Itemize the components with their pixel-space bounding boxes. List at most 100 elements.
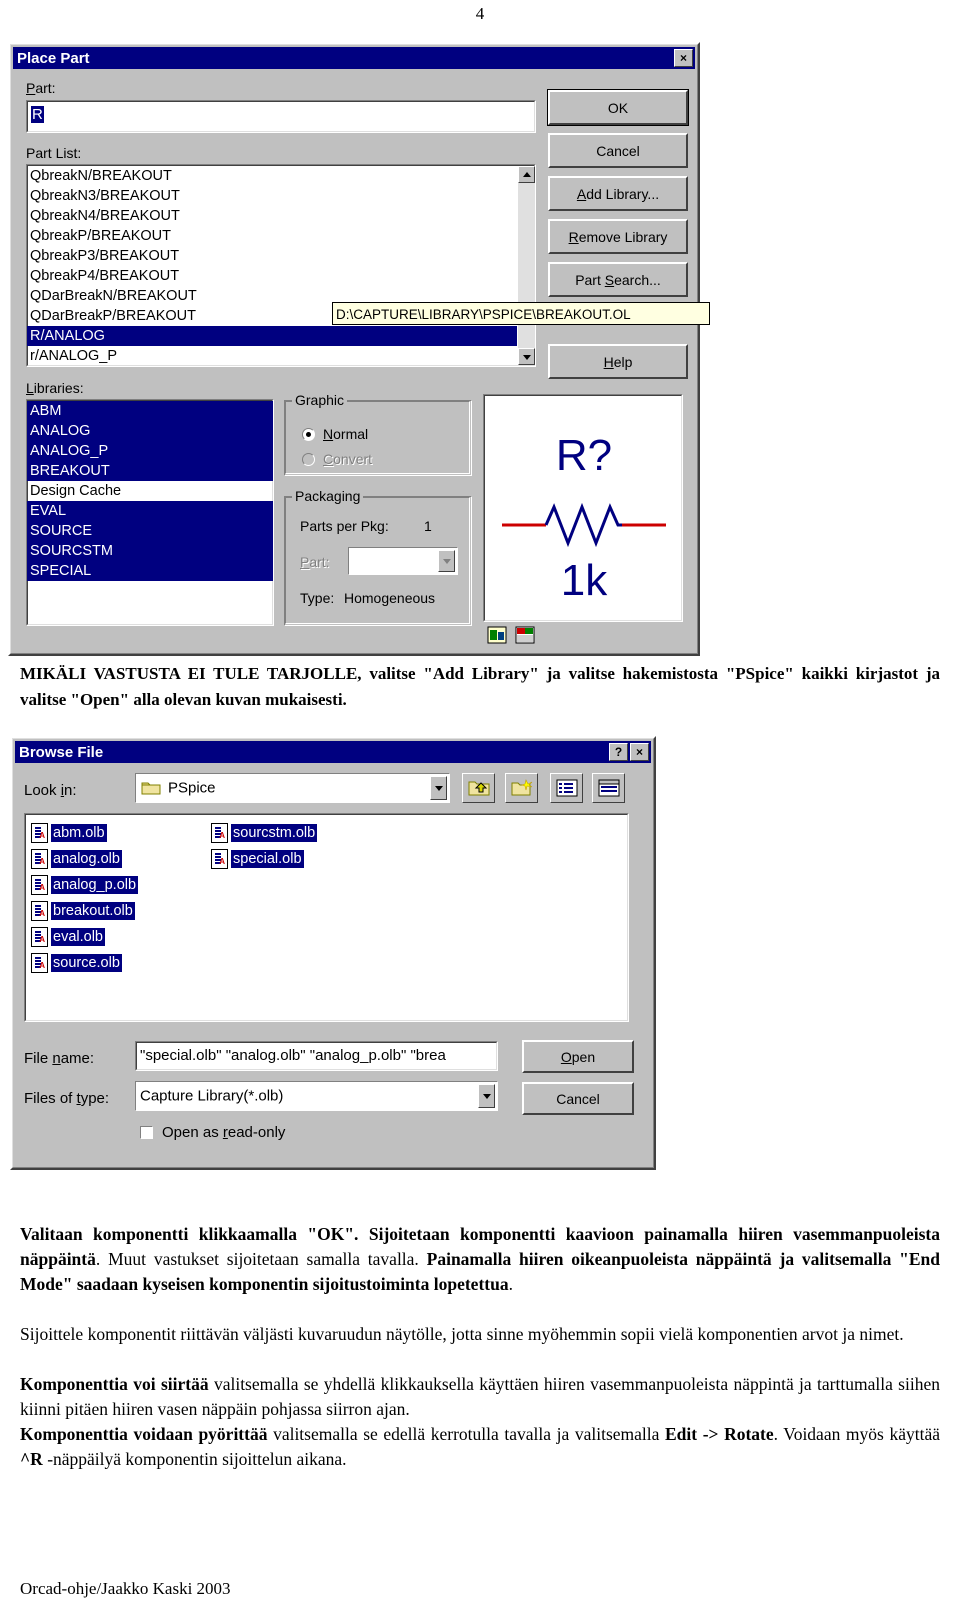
- ok-button[interactable]: OK: [547, 89, 689, 126]
- close-icon[interactable]: ×: [630, 743, 649, 761]
- chevron-down-icon[interactable]: [438, 550, 455, 572]
- file-name-label: File name:: [24, 1050, 95, 1067]
- body-paragraph-2: Sijoittele komponentit riittävän väljäst…: [20, 1324, 904, 1344]
- page-footer: Orcad-ohje/Jaakko Kaski 2003: [20, 1579, 231, 1598]
- part-combo[interactable]: [348, 547, 458, 575]
- body-p4-bold2: Edit -> Rotate: [665, 1424, 774, 1444]
- files-of-type-value: Capture Library(*.olb): [140, 1087, 284, 1105]
- file-name-value: "special.olb" "analog.olb" "analog_p.olb…: [140, 1047, 446, 1064]
- close-icon[interactable]: ×: [674, 49, 693, 67]
- resistor-symbol-icon: R? 1k: [502, 431, 666, 605]
- packaging-group-label: Packaging: [292, 488, 364, 504]
- chevron-down-icon[interactable]: [478, 1084, 495, 1108]
- body-paragraph-3: Komponenttia voi siirtää valitsemalla se…: [20, 1372, 940, 1422]
- svg-text:1k: 1k: [561, 556, 608, 605]
- body-p1-plain-d: .: [508, 1274, 513, 1294]
- scroll-up-button[interactable]: [518, 166, 535, 183]
- olb-file-icon: A: [211, 849, 228, 869]
- parts-per-pkg-label: Parts per Pkg:: [300, 518, 389, 534]
- cancel-button[interactable]: Cancel: [522, 1082, 634, 1115]
- file-list-item-label: eval.olb: [51, 928, 105, 946]
- instruction-paragraph-1: MIKÄLI VASTUSTA EI TULE TARJOLLE, valits…: [20, 664, 940, 709]
- type-label: Type:: [300, 590, 335, 606]
- part-label: Part:: [26, 80, 56, 96]
- library-list-item[interactable]: SPECIAL: [27, 561, 273, 581]
- file-list-item-label: breakout.olb: [51, 902, 135, 920]
- browse-file-title: Browse File: [19, 743, 104, 761]
- place-part-dialog: Place Part × Part: R Part List: QbreakN/…: [8, 42, 710, 656]
- file-list-item[interactable]: Aabm.olb: [31, 820, 138, 846]
- list-view-icon[interactable]: [550, 773, 583, 803]
- library-list-item[interactable]: BREAKOUT: [27, 461, 273, 481]
- files-of-type-combo[interactable]: Capture Library(*.olb): [135, 1081, 498, 1111]
- olb-file-icon: A: [31, 901, 48, 921]
- library-list-item[interactable]: Design Cache: [27, 481, 273, 501]
- library-list-item[interactable]: ABM: [27, 401, 273, 421]
- body-paragraph-4: Komponenttia voidaan pyörittää valitsema…: [20, 1422, 940, 1472]
- library-list-item[interactable]: ANALOG: [27, 421, 273, 441]
- file-list-item-label: special.olb: [230, 849, 305, 869]
- library-list-item[interactable]: ANALOG_P: [27, 441, 273, 461]
- look-in-label: Look in:: [24, 782, 77, 799]
- library-list-item[interactable]: SOURCSTM: [27, 541, 273, 561]
- library-list-item[interactable]: EVAL: [27, 501, 273, 521]
- help-button[interactable]: Help: [548, 344, 688, 379]
- file-list-item[interactable]: Asourcstm.olb: [211, 820, 318, 846]
- open-button[interactable]: Open: [522, 1040, 634, 1073]
- part-list[interactable]: QbreakN/BREAKOUT QbreakN3/BREAKOUT QbreakN…: [26, 164, 536, 367]
- scroll-down-button[interactable]: [518, 348, 535, 365]
- part-search-button[interactable]: Part Search...: [548, 262, 688, 297]
- file-list-item[interactable]: Aeval.olb: [31, 924, 138, 950]
- part-input-value: R: [31, 106, 44, 123]
- part-list-item[interactable]: QbreakP3/BREAKOUT: [27, 246, 517, 266]
- file-list-item[interactable]: Aanalog.olb: [31, 846, 138, 872]
- svg-text:R?: R?: [556, 431, 612, 480]
- file-list-item-label: sourcstm.olb: [231, 824, 318, 842]
- olb-file-icon: A: [31, 875, 48, 895]
- part-list-item[interactable]: r/ANALOG_P: [27, 346, 517, 366]
- up-one-level-icon[interactable]: [462, 773, 495, 803]
- part-list-item[interactable]: QbreakN/BREAKOUT: [27, 166, 517, 186]
- remove-library-button[interactable]: Remove Library: [548, 219, 688, 254]
- body-p4-mid: valitsemalla se edellä kerrotulla tavall…: [267, 1424, 665, 1444]
- help-icon[interactable]: ?: [609, 743, 628, 761]
- open-read-only-checkbox[interactable]: [140, 1126, 153, 1139]
- part-list-item[interactable]: QbreakN3/BREAKOUT: [27, 186, 517, 206]
- new-folder-icon[interactable]: [505, 773, 538, 803]
- pspice-model-icon[interactable]: [487, 626, 507, 644]
- part-input[interactable]: R: [26, 100, 536, 133]
- part-combo-label: Part:: [300, 554, 330, 570]
- file-list-item[interactable]: Asource.olb: [31, 950, 138, 976]
- radio-normal[interactable]: [302, 428, 315, 441]
- look-in-combo[interactable]: PSpice: [135, 773, 450, 803]
- file-list-item[interactable]: Abreakout.olb: [31, 898, 138, 924]
- cancel-button[interactable]: Cancel: [548, 133, 688, 168]
- radio-convert-label[interactable]: Convert: [323, 451, 372, 467]
- olb-file-icon: A: [211, 823, 228, 843]
- olb-file-icon: A: [31, 849, 48, 869]
- olb-file-icon: A: [31, 927, 48, 947]
- part-list-item[interactable]: QbreakN4/BREAKOUT: [27, 206, 517, 226]
- file-name-input[interactable]: "special.olb" "analog.olb" "analog_p.olb…: [135, 1041, 498, 1071]
- part-list-item[interactable]: QbreakP4/BREAKOUT: [27, 266, 517, 286]
- file-list-item-label: source.olb: [51, 954, 122, 972]
- radio-convert[interactable]: [302, 453, 315, 466]
- file-list-item[interactable]: Aspecial.olb: [211, 846, 317, 872]
- graphic-group-label: Graphic: [292, 392, 348, 408]
- olb-file-icon: A: [31, 953, 48, 973]
- part-list-scrollbar[interactable]: [518, 166, 535, 365]
- file-list[interactable]: Aabm.olb Aanalog.olb Aanalog_p.olb Abreakou…: [24, 813, 629, 1022]
- details-view-icon[interactable]: [592, 773, 625, 803]
- open-read-only-label[interactable]: Open as read-only: [162, 1124, 285, 1141]
- radio-normal-label[interactable]: Normal: [323, 426, 368, 442]
- part-list-item[interactable]: QbreakP/BREAKOUT: [27, 226, 517, 246]
- body-p4-end: -näppäilyä komponentin sijoittelun aikan…: [42, 1449, 347, 1469]
- part-properties-icon[interactable]: [515, 626, 535, 644]
- part-list-item[interactable]: R/ANALOG: [27, 326, 517, 346]
- files-of-type-label: Files of type:: [24, 1090, 110, 1107]
- file-list-item[interactable]: Aanalog_p.olb: [31, 872, 139, 898]
- libraries-list[interactable]: ABM ANALOG ANALOG_P BREAKOUT Design Cache EVA…: [26, 399, 274, 626]
- chevron-down-icon[interactable]: [430, 776, 447, 800]
- add-library-button[interactable]: Add Library...: [548, 176, 688, 211]
- library-list-item[interactable]: SOURCE: [27, 521, 273, 541]
